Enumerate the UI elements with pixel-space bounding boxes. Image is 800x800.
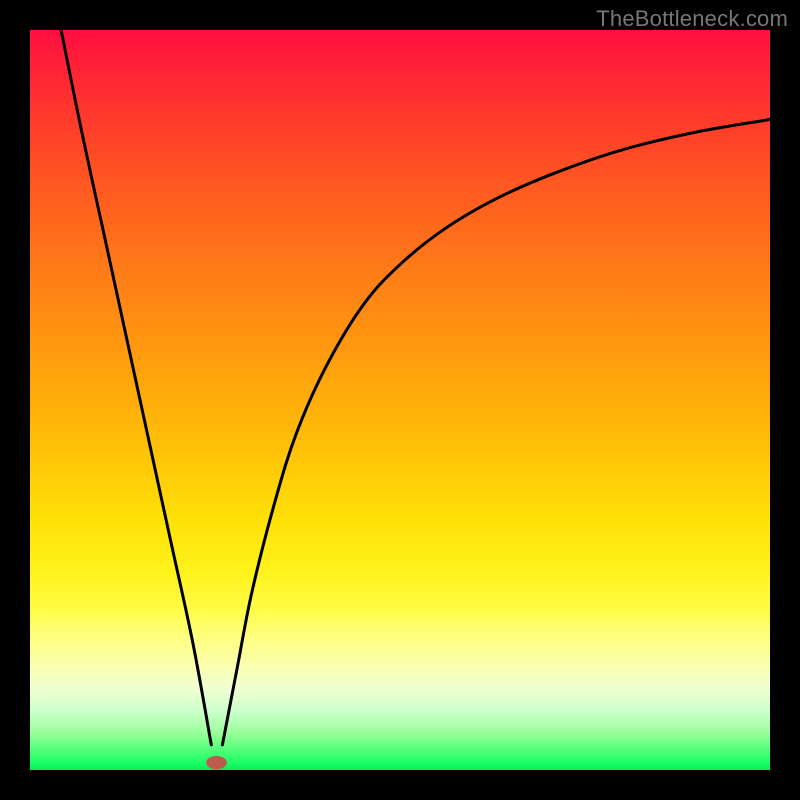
chart-frame: TheBottleneck.com: [0, 0, 800, 800]
plot-area: [30, 30, 770, 770]
minimum-marker: [206, 756, 227, 769]
curve-left-branch: [61, 30, 211, 745]
curve-right-branch: [222, 120, 770, 745]
watermark-text: TheBottleneck.com: [596, 6, 788, 32]
curve-layer: [30, 30, 770, 770]
